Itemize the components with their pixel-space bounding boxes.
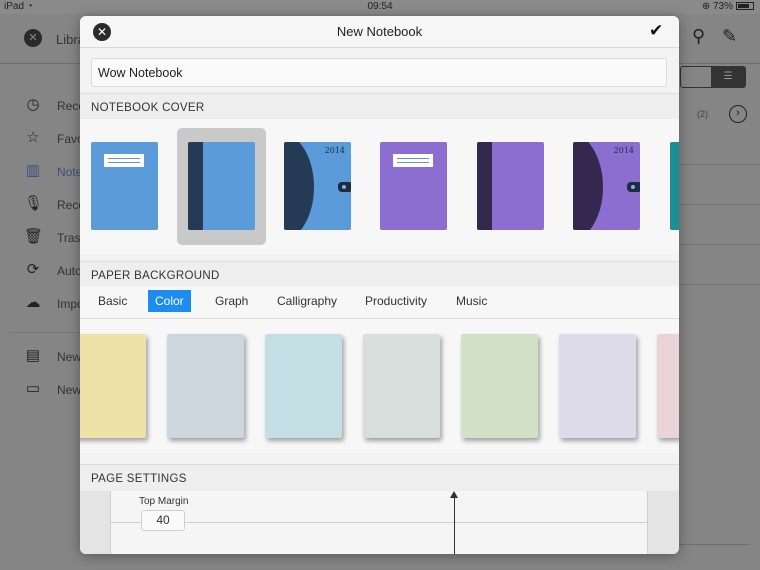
paper-color-option[interactable] xyxy=(657,334,679,438)
confirm-button[interactable]: ✔ xyxy=(649,21,663,41)
tab-calligraphy[interactable]: Calligraphy xyxy=(270,290,344,312)
section-page-settings: PAGE SETTINGS xyxy=(80,464,679,492)
cover-label-graphic xyxy=(393,154,433,167)
background-sidebar-label: Note xyxy=(57,165,83,179)
tab-music[interactable]: Music xyxy=(449,290,494,312)
trash-icon: 🗑 xyxy=(24,228,44,245)
clock-icon: ◷ xyxy=(26,96,40,113)
notebook-name-input[interactable] xyxy=(91,58,667,87)
tab-color[interactable]: Color xyxy=(148,290,191,312)
cover-curve-graphic xyxy=(284,142,314,230)
cover-curve-graphic xyxy=(573,142,603,230)
cloud-download-icon: ☁ xyxy=(25,294,41,311)
cover-option[interactable] xyxy=(670,142,679,230)
sync-icon: ⟳ xyxy=(26,261,40,278)
battery-icon xyxy=(736,2,754,10)
tab-productivity[interactable]: Productivity xyxy=(358,290,434,312)
background-sidebar-label: New xyxy=(57,383,82,397)
cover-option-selected[interactable] xyxy=(188,142,255,230)
dialog-header: ✕ New Notebook ✔ xyxy=(80,16,679,48)
cover-option[interactable]: 2014 xyxy=(284,142,351,230)
tab-basic[interactable]: Basic xyxy=(91,290,134,312)
top-margin-field[interactable]: 40 xyxy=(141,510,185,531)
view-toggle: ☰ xyxy=(680,66,746,88)
paper-color-option[interactable] xyxy=(363,334,440,438)
background-sidebar-label: Auto xyxy=(57,264,82,278)
cover-label-graphic xyxy=(104,154,144,167)
notebooks-icon: ▥ xyxy=(25,162,41,179)
pencil-icon: ✎ xyxy=(722,26,738,46)
cover-option[interactable] xyxy=(91,142,158,230)
clock: 09:54 xyxy=(367,1,393,12)
cover-picker: 2014 2014 xyxy=(80,119,679,254)
chevron-right-icon: › xyxy=(729,105,747,123)
section-paper-background: PAPER BACKGROUND xyxy=(80,261,679,289)
cover-option[interactable] xyxy=(477,142,544,230)
margin-drag-handle[interactable] xyxy=(454,495,455,554)
paper-color-option[interactable] xyxy=(167,334,244,438)
battery-status: ⊕ 73% xyxy=(702,1,754,12)
new-folder-icon: ▭ xyxy=(25,380,41,397)
paper-color-option[interactable] xyxy=(559,334,636,438)
star-icon: ☆ xyxy=(26,129,40,146)
new-notebook-icon: ▤ xyxy=(25,347,41,364)
status-bar: iPad ◔ 09:54 ⊕ 73% xyxy=(0,0,760,14)
divider xyxy=(680,284,760,285)
cover-clasp-graphic xyxy=(338,182,351,192)
page-preview: Top Margin 40 xyxy=(110,491,648,554)
page-settings-preview: Top Margin 40 xyxy=(80,491,679,554)
paper-color-option[interactable] xyxy=(265,334,342,438)
background-close-icon: ✕ xyxy=(24,29,42,47)
tab-graph[interactable]: Graph xyxy=(208,290,255,312)
background-sidebar-label: New xyxy=(57,350,82,364)
dialog-title: New Notebook xyxy=(336,24,423,39)
section-notebook-cover: NOTEBOOK COVER xyxy=(80,93,679,121)
top-margin-label: Top Margin xyxy=(139,496,189,507)
cover-spine-graphic xyxy=(477,142,492,230)
paper-tabs: Basic Color Graph Calligraphy Productivity Mu… xyxy=(80,286,679,319)
rotation-lock-icon: ⊕ xyxy=(701,1,711,12)
divider xyxy=(680,204,760,205)
microphone-icon: 🎙 xyxy=(24,195,44,212)
top-margin-guide xyxy=(111,522,647,523)
cover-spine-graphic xyxy=(188,142,203,230)
cover-option[interactable] xyxy=(380,142,447,230)
paper-color-option[interactable] xyxy=(80,334,146,438)
new-notebook-dialog: ✕ New Notebook ✔ NOTEBOOK COVER 20142014… xyxy=(80,16,679,554)
divider xyxy=(680,244,760,245)
cover-clasp-graphic xyxy=(627,182,640,192)
cover-option[interactable]: 2014 xyxy=(573,142,640,230)
cover-year: 2014 xyxy=(324,146,345,155)
cover-year: 2014 xyxy=(613,146,634,155)
paper-picker xyxy=(80,319,679,453)
divider xyxy=(680,164,760,165)
list-view-icon: ☰ xyxy=(711,67,745,87)
search-icon: ⚲ xyxy=(692,26,706,46)
paper-color-option[interactable] xyxy=(461,334,538,438)
notebook-count: (2) xyxy=(697,109,708,119)
